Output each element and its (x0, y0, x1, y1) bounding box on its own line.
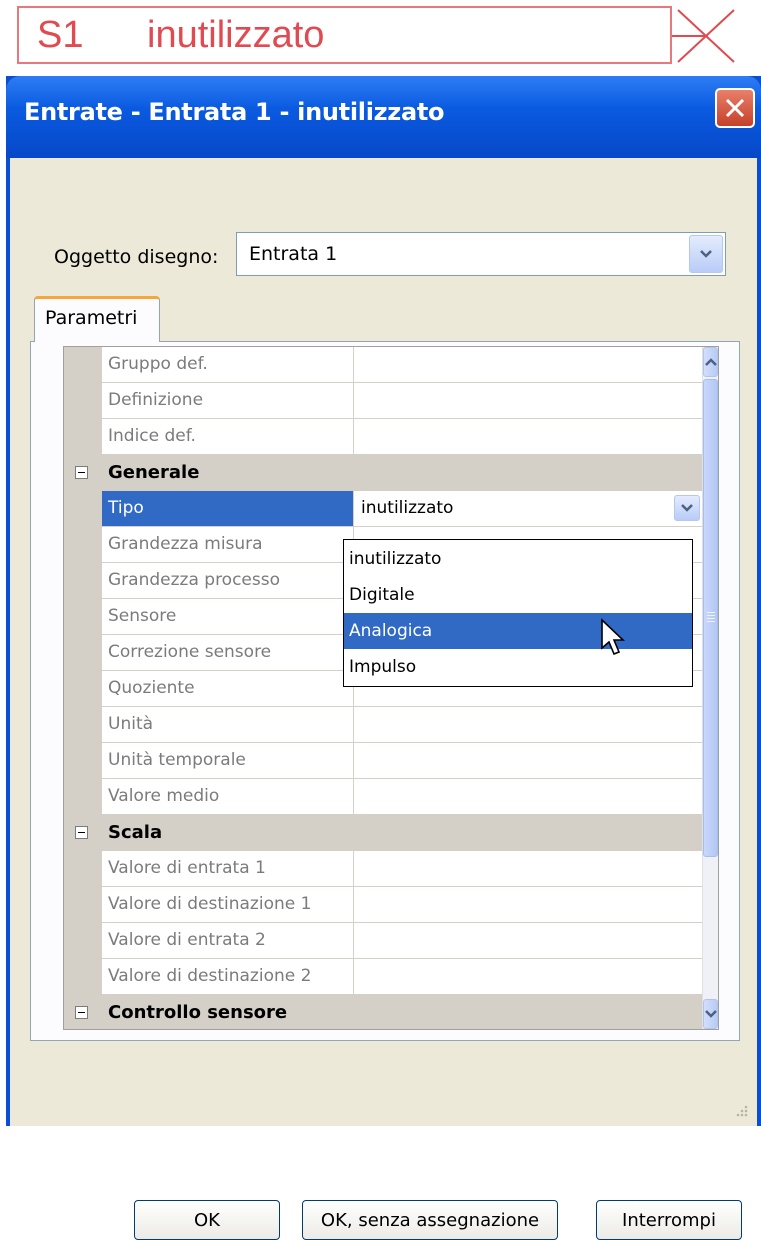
property-row[interactable]: Tipo inutilizzato (64, 491, 704, 527)
ok-no-assign-button[interactable]: OK, senza assegnazione (302, 1200, 558, 1240)
tab-parametri[interactable]: Parametri (34, 296, 160, 342)
property-name: Quoziente (102, 671, 354, 706)
scroll-down-button[interactable] (703, 999, 718, 1029)
close-icon (725, 98, 745, 118)
property-value[interactable] (355, 707, 704, 742)
ok-button[interactable]: OK (134, 1200, 280, 1240)
property-name: Sensore (102, 599, 354, 634)
property-value[interactable] (355, 383, 704, 418)
collapse-icon[interactable] (75, 466, 88, 479)
sensor-label-box: S1 inutilizzato (17, 6, 672, 64)
property-name: Valore di destinazione 1 (102, 887, 354, 922)
property-grid: Controllo sensoreControllo sensoreValore… (63, 346, 719, 1030)
property-value[interactable]: inutilizzato (355, 491, 704, 526)
chevron-down-icon (700, 250, 712, 258)
dropdown-option[interactable]: Impulso (344, 649, 692, 685)
property-name: Valore medio (102, 779, 354, 814)
sensor-id: S1 (37, 13, 84, 56)
dialog-client-area: Oggetto disegno: Entrata 1 Parametri Con… (10, 158, 757, 1240)
property-value[interactable] (355, 779, 704, 814)
property-name: Tipo (102, 491, 354, 526)
resize-grip-icon[interactable] (733, 1104, 749, 1120)
cancel-button[interactable]: Interrompi (596, 1200, 742, 1240)
mouse-pointer-icon (601, 618, 625, 656)
tipo-value: inutilizzato (361, 498, 454, 518)
object-dropdown-button[interactable] (689, 235, 723, 273)
property-row[interactable]: Unità temporale (64, 743, 704, 779)
category-row[interactable]: Controllo sensore (64, 995, 704, 1029)
property-name: Valore di entrata 1 (102, 851, 354, 886)
property-name: Definizione (102, 383, 354, 418)
property-row[interactable]: Valore di destinazione 1 (64, 887, 704, 923)
chevron-down-icon (704, 1010, 717, 1018)
category-label: Controllo sensore (108, 1002, 288, 1023)
dropdown-option[interactable]: Analogica (344, 613, 692, 649)
property-row[interactable]: Valore di destinazione 2 (64, 959, 704, 995)
property-value[interactable] (355, 887, 704, 922)
property-row[interactable]: Definizione (64, 383, 704, 419)
property-name: Valore di entrata 2 (102, 923, 354, 958)
property-name: Unità (102, 707, 354, 742)
collapse-icon[interactable] (75, 1006, 88, 1019)
dialog-window: Entrate - Entrata 1 - inutilizzato Ogget… (6, 76, 761, 1240)
property-row[interactable]: Valore di entrata 1 (64, 851, 704, 887)
property-name: Valore di destinazione 2 (102, 959, 354, 994)
property-value[interactable] (355, 419, 704, 454)
chevron-down-icon (681, 504, 693, 512)
unconnected-terminal-icon (672, 9, 735, 63)
tab-label: Parametri (45, 307, 138, 329)
category-label: Generale (108, 462, 200, 483)
property-row[interactable]: Indice def. (64, 419, 704, 455)
dropdown-option[interactable]: inutilizzato (344, 541, 692, 577)
property-value[interactable] (355, 959, 704, 994)
object-label: Oggetto disegno: (54, 246, 219, 268)
property-value[interactable] (355, 851, 704, 886)
tab-panel: Controllo sensoreControllo sensoreValore… (30, 341, 740, 1041)
property-name: Correzione sensore (102, 635, 354, 670)
property-row[interactable]: Valore medio (64, 779, 704, 815)
sensor-name: inutilizzato (147, 13, 325, 56)
property-name: Unità temporale (102, 743, 354, 778)
category-row[interactable]: Generale (64, 455, 704, 491)
property-row[interactable]: Gruppo def. (64, 347, 704, 383)
window-title: Entrate - Entrata 1 - inutilizzato (24, 98, 445, 126)
object-select[interactable]: Entrata 1 (236, 232, 726, 276)
scroll-thumb[interactable] (703, 379, 718, 857)
close-button[interactable] (715, 88, 755, 128)
property-name: Indice def. (102, 419, 354, 454)
dropdown-option[interactable]: Digitale (344, 577, 692, 613)
property-name: Gruppo def. (102, 347, 354, 382)
scroll-up-button[interactable] (703, 347, 718, 377)
collapse-icon[interactable] (75, 826, 88, 839)
property-name: Grandezza processo (102, 563, 354, 598)
chevron-up-icon (704, 358, 717, 366)
category-row[interactable]: Scala (64, 815, 704, 851)
property-value[interactable] (355, 743, 704, 778)
property-value[interactable] (355, 923, 704, 958)
tipo-dropdown-button[interactable] (674, 495, 700, 521)
tipo-dropdown-list: Impulso Analogica Digitale inutilizzato (343, 539, 693, 687)
title-bar[interactable]: Entrate - Entrata 1 - inutilizzato (6, 76, 761, 158)
vertical-scrollbar[interactable] (702, 347, 718, 1029)
property-row[interactable]: Valore di entrata 2 (64, 923, 704, 959)
category-label: Scala (108, 822, 163, 843)
property-value[interactable] (355, 347, 704, 382)
object-select-value: Entrata 1 (249, 243, 338, 265)
property-row[interactable]: Unità (64, 707, 704, 743)
property-name: Grandezza misura (102, 527, 354, 562)
